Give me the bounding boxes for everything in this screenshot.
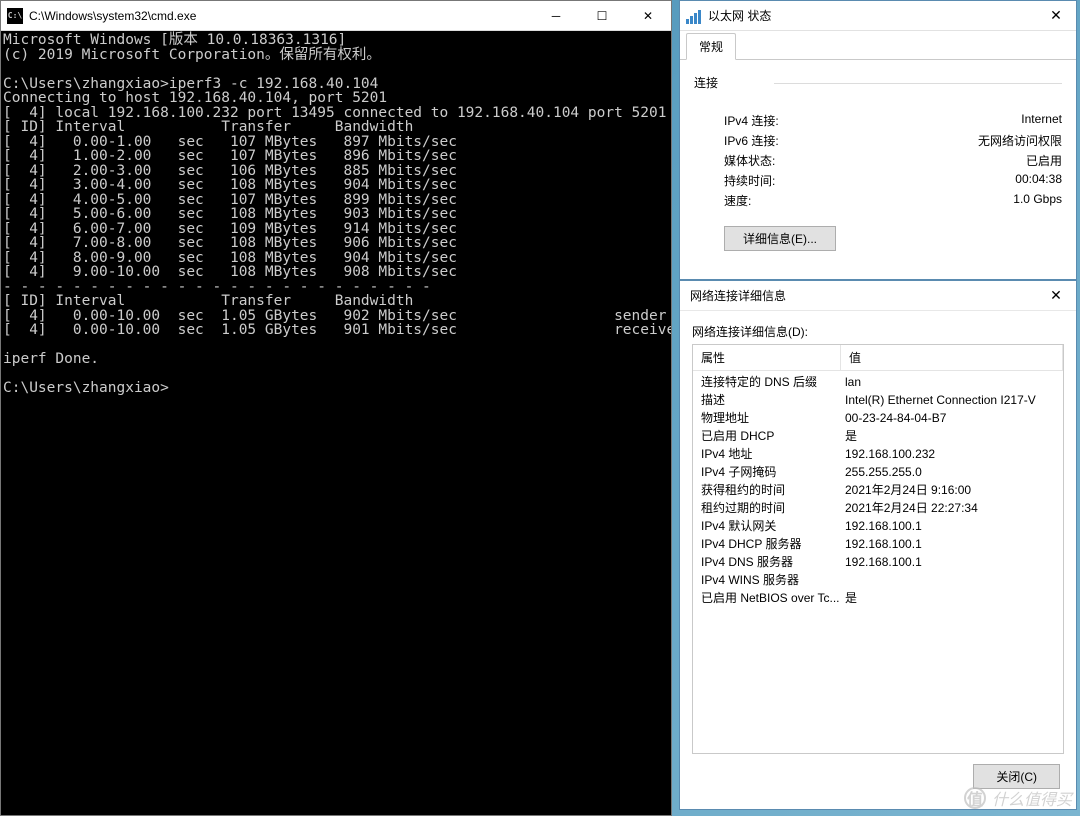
details-row[interactable]: IPv4 DNS 服务器192.168.100.1 <box>693 553 1063 571</box>
speed-row: 速度: 1.0 Gbps <box>724 192 1062 209</box>
cmd-icon: C:\ <box>7 8 23 24</box>
details-row[interactable]: IPv4 WINS 服务器 <box>693 571 1063 589</box>
details-button[interactable]: 详细信息(E)... <box>724 226 836 251</box>
duration-row: 持续时间: 00:04:38 <box>724 172 1062 189</box>
details-row[interactable]: 获得租约的时间2021年2月24日 9:16:00 <box>693 481 1063 499</box>
details-row[interactable]: IPv4 默认网关192.168.100.1 <box>693 517 1063 535</box>
details-row[interactable]: 物理地址00-23-24-84-04-B7 <box>693 409 1063 427</box>
details-row[interactable]: 已启用 DHCP是 <box>693 427 1063 445</box>
cmd-titlebar[interactable]: C:\ C:\Windows\system32\cmd.exe ─ ☐ ✕ <box>1 1 671 31</box>
details-row[interactable]: 租约过期的时间2021年2月24日 22:27:34 <box>693 499 1063 517</box>
network-icon <box>686 8 702 24</box>
ipv4-connectivity-row: IPv4 连接: Internet <box>724 112 1062 129</box>
network-details-window: 网络连接详细信息 ✕ 网络连接详细信息(D): 属性 值 连接特定的 DNS 后… <box>679 280 1077 810</box>
ethernet-tabs: 常规 <box>680 31 1076 59</box>
details-row[interactable]: 连接特定的 DNS 后缀lan <box>693 373 1063 391</box>
column-property[interactable]: 属性 <box>693 345 841 370</box>
watermark-logo-icon: 值 <box>964 787 986 809</box>
details-row[interactable]: 已启用 NetBIOS over Tc...是 <box>693 589 1063 607</box>
cmd-output[interactable]: Microsoft Windows [版本 10.0.18363.1316] (… <box>1 31 671 815</box>
details-row[interactable]: IPv4 DHCP 服务器192.168.100.1 <box>693 535 1063 553</box>
close-button[interactable]: ✕ <box>1036 7 1076 24</box>
details-row[interactable]: 描述Intel(R) Ethernet Connection I217-V <box>693 391 1063 409</box>
cmd-window: C:\ C:\Windows\system32\cmd.exe ─ ☐ ✕ Mi… <box>0 0 672 816</box>
details-title: 网络连接详细信息 <box>680 287 1036 304</box>
maximize-button[interactable]: ☐ <box>579 1 625 30</box>
ethernet-titlebar[interactable]: 以太网 状态 ✕ <box>680 1 1076 31</box>
close-button[interactable]: ✕ <box>1036 287 1076 304</box>
media-state-row: 媒体状态: 已启用 <box>724 152 1062 169</box>
ethernet-status-window: 以太网 状态 ✕ 常规 连接 IPv4 连接: Internet IPv6 连接… <box>679 0 1077 280</box>
minimize-button[interactable]: ─ <box>533 1 579 30</box>
details-list-label: 网络连接详细信息(D): <box>692 323 1064 340</box>
watermark-text: 什么值得买 <box>992 786 1072 810</box>
column-value[interactable]: 值 <box>841 345 1063 370</box>
watermark: 值 什么值得买 <box>964 786 1072 810</box>
details-list: 属性 值 连接特定的 DNS 后缀lan描述Intel(R) Ethernet … <box>692 344 1064 754</box>
ipv6-connectivity-row: IPv6 连接: 无网络访问权限 <box>724 132 1062 149</box>
cmd-title: C:\Windows\system32\cmd.exe <box>29 9 533 23</box>
tab-general[interactable]: 常规 <box>686 33 736 60</box>
details-titlebar[interactable]: 网络连接详细信息 ✕ <box>680 281 1076 311</box>
ethernet-title: 以太网 状态 <box>708 7 1036 24</box>
details-row[interactable]: IPv4 子网掩码255.255.255.0 <box>693 463 1063 481</box>
details-row[interactable]: IPv4 地址192.168.100.232 <box>693 445 1063 463</box>
close-button[interactable]: ✕ <box>625 1 671 30</box>
